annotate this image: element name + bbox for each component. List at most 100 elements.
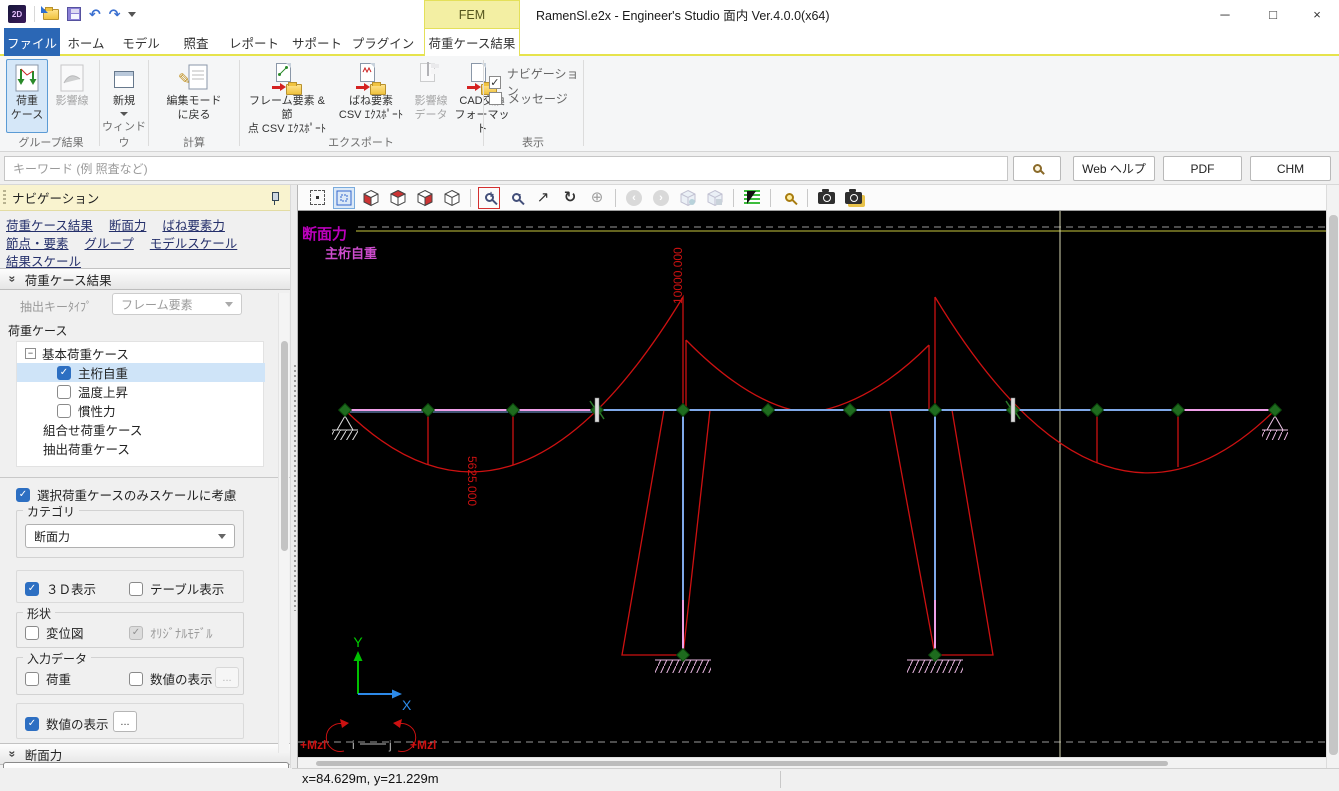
open-icon[interactable] <box>43 9 59 20</box>
app-logo-icon[interactable]: 2D <box>8 5 26 23</box>
influence-line-button[interactable]: 影響線 <box>50 59 94 133</box>
displacement-checkbox[interactable]: 変位図 <box>25 623 84 642</box>
zoom-in-icon[interactable]: + <box>478 187 500 209</box>
link-group[interactable]: グループ <box>85 233 134 252</box>
checkbox-icon <box>129 626 143 640</box>
minimize-button[interactable]: ─ <box>1203 0 1247 28</box>
zoom-arrow-icon[interactable]: ↗ <box>532 187 554 209</box>
link-section-force[interactable]: 断面力 <box>109 215 147 234</box>
tree-item-main-girder-weight[interactable]: 主桁自重 <box>17 363 265 382</box>
tree-item-combined-load-cases[interactable]: 組合せ荷重ケース <box>17 420 265 439</box>
close-button[interactable]: × <box>1295 0 1339 28</box>
center-target-icon[interactable]: ⊕ <box>586 187 608 209</box>
panel-scrollbar[interactable] <box>278 293 289 753</box>
tree-item-temperature-rise[interactable]: 温度上昇 <box>17 382 265 401</box>
tab-model[interactable]: モデル <box>112 28 170 56</box>
view-iso-left-icon[interactable] <box>360 187 382 209</box>
tab-support[interactable]: サポート <box>286 28 348 56</box>
coordinate-axes: Y X <box>353 634 412 713</box>
tab-report[interactable]: レポート <box>222 28 286 56</box>
tab-check[interactable]: 照査 <box>170 28 222 56</box>
link-model-scale[interactable]: モデルスケール <box>150 233 238 252</box>
tree-item-inertia-force[interactable]: 慣性力 <box>17 401 265 420</box>
pin-icon[interactable] <box>270 191 280 205</box>
tab-file[interactable]: ファイル <box>4 28 60 56</box>
new-window-dropdown-icon[interactable] <box>120 112 128 116</box>
checkbox-icon[interactable] <box>57 404 71 418</box>
canvas-vertical-scrollbar[interactable] <box>1326 185 1339 768</box>
group-label-window: ウィンドウ <box>101 118 147 150</box>
checkbox-icon[interactable] <box>57 385 71 399</box>
zoom-out-icon[interactable]: − <box>505 187 527 209</box>
result-numeric-options-button[interactable]: ... <box>113 711 137 732</box>
mzl-left-label: +Mzl <box>300 738 326 752</box>
maximize-button[interactable]: □ <box>1251 0 1295 28</box>
customize-quick-access-icon[interactable] <box>128 12 136 17</box>
find-zoom-icon[interactable] <box>778 187 800 209</box>
link-load-case-results[interactable]: 荷重ケース結果 <box>6 215 93 234</box>
chevron-down-icon <box>225 302 233 307</box>
redo-icon[interactable]: ↷ <box>109 7 121 21</box>
pointer-select-icon[interactable] <box>741 187 763 209</box>
influence-data-button[interactable]: 影響線 データ <box>409 59 453 133</box>
tab-load-case-results[interactable]: 荷重ケース結果 <box>424 28 520 56</box>
fit-view-icon[interactable] <box>333 187 355 209</box>
input-numeric-options-button[interactable]: ... <box>215 667 239 688</box>
panel-splitter[interactable] <box>290 185 298 791</box>
save-icon[interactable] <box>67 7 81 21</box>
load-display-checkbox[interactable]: 荷重 <box>25 669 71 688</box>
frame-csv-export-button[interactable]: フレーム要素 & 節 点 CSV ｴｸｽﾎﾟｰﾄ <box>241 59 333 133</box>
back-to-edit-mode-button[interactable]: ✎ 編集モード に戻る <box>154 59 234 133</box>
3d-display-checkbox[interactable]: ３Ｄ表示 <box>25 579 96 598</box>
tab-home[interactable]: ホーム <box>60 28 112 56</box>
load-case-button[interactable]: 荷重 ケース <box>6 59 48 133</box>
rotate-view-icon[interactable]: ↻ <box>559 187 581 209</box>
canvas-horizontal-scrollbar[interactable] <box>298 757 1326 768</box>
history-back-icon[interactable]: ‹ <box>623 187 645 209</box>
checkbox-icon <box>16 488 30 502</box>
display-mode-box: ３Ｄ表示 テーブル表示 <box>16 570 244 603</box>
history-forward-icon[interactable]: › <box>650 187 672 209</box>
input-numeric-display-checkbox[interactable]: 数値の表示 <box>129 669 213 688</box>
hide-elements-icon[interactable] <box>704 187 726 209</box>
scale-selected-only-checkbox[interactable]: 選択荷重ケースのみスケールに考慮 <box>16 485 236 504</box>
application-window: 2D ↶ ↷ FEM RamenSl.e2x - Engineer's Stud… <box>0 0 1339 791</box>
tree-item-basic-load-cases[interactable]: − 基本荷重ケース <box>17 344 265 363</box>
tab-plugin[interactable]: プラグイン <box>348 28 418 56</box>
link-nodes-elements[interactable]: 節点・要素 <box>6 233 69 252</box>
search-button[interactable] <box>1013 156 1061 181</box>
undo-icon[interactable]: ↶ <box>89 7 101 21</box>
tree-item-extracted-load-cases[interactable]: 抽出荷重ケース <box>17 439 265 458</box>
canvas-horizontal-thumb[interactable] <box>316 761 1168 766</box>
snapshot-save-icon[interactable] <box>842 187 864 209</box>
section-header-label: 断面力 <box>25 745 63 764</box>
web-help-button[interactable]: Web ヘルプ <box>1073 156 1155 181</box>
load-display-label: 荷重 <box>46 669 71 688</box>
chm-button[interactable]: CHM <box>1250 156 1331 181</box>
section-header-load-case-results[interactable]: » 荷重ケース結果 <box>0 268 290 290</box>
category-label: カテゴリ <box>23 503 79 520</box>
view-iso-top-icon[interactable] <box>387 187 409 209</box>
tree-item-label: 基本荷重ケース <box>42 344 129 363</box>
result-numeric-display-checkbox[interactable]: 数値の表示 <box>25 714 109 733</box>
message-checkbox[interactable]: メッセージ <box>489 90 568 107</box>
navigation-panel-header: ナビゲーション <box>0 185 290 211</box>
table-display-checkbox[interactable]: テーブル表示 <box>129 579 224 598</box>
checkbox-icon[interactable] <box>57 366 71 380</box>
spring-csv-export-button[interactable]: ばね要素 CSV ｴｸｽﾎﾟｰﾄ <box>333 59 409 133</box>
pdf-button[interactable]: PDF <box>1163 156 1242 181</box>
tree-expander-icon[interactable]: − <box>25 348 36 359</box>
category-combobox[interactable]: 断面力 <box>25 524 235 548</box>
view-iso-front-icon[interactable] <box>414 187 436 209</box>
key-type-combobox[interactable]: フレーム要素 <box>112 293 242 315</box>
nodes[interactable] <box>339 404 1282 662</box>
snapshot-icon[interactable] <box>815 187 837 209</box>
show-elements-icon[interactable] <box>677 187 699 209</box>
link-spring-force[interactable]: ばね要素力 <box>162 215 225 234</box>
region-select-icon[interactable] <box>306 187 328 209</box>
view-wireframe-icon[interactable] <box>441 187 463 209</box>
canvas-vertical-thumb[interactable] <box>1329 215 1338 755</box>
panel-scrollbar-thumb[interactable] <box>281 341 288 551</box>
model-viewport[interactable]: 10000.000 5625.000 断面力 主桁自重 Y X +Mzl i <box>298 211 1326 757</box>
search-input[interactable] <box>4 156 1008 181</box>
